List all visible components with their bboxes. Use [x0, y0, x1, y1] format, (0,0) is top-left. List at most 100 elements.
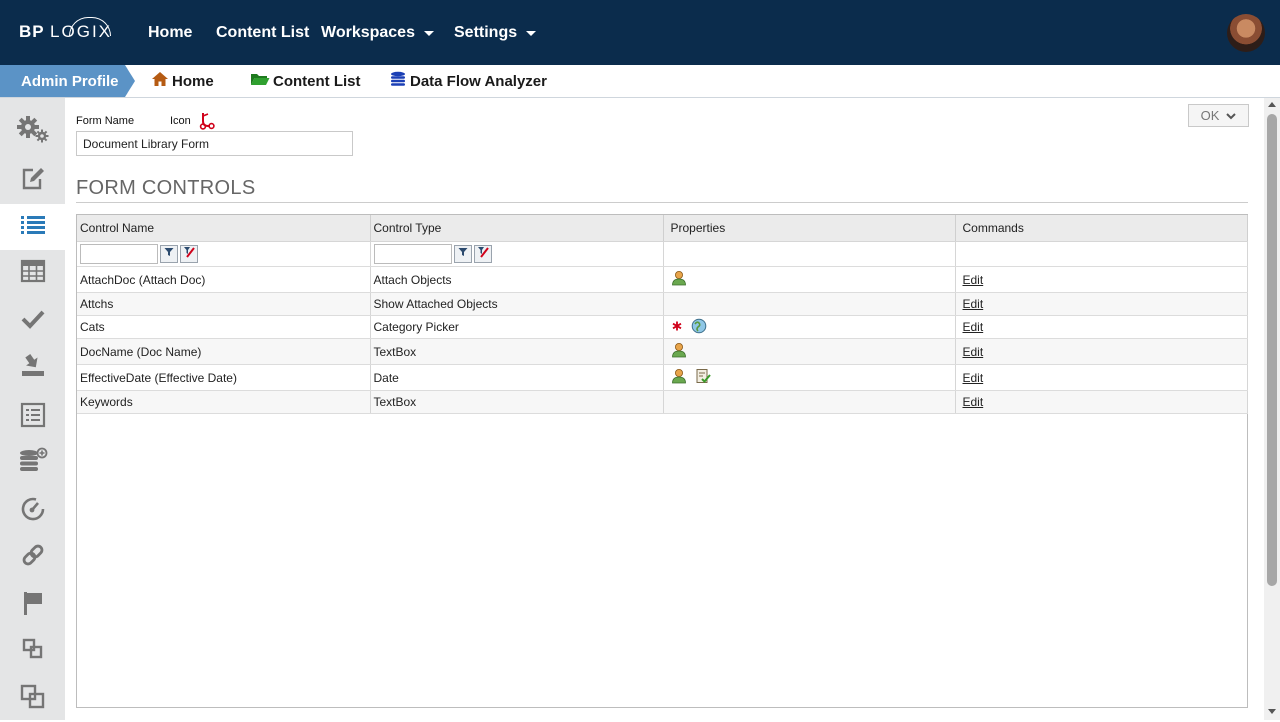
top-nav-bar: BP LOGIX Home Content List Workspaces Se… [0, 0, 1280, 65]
edit-link[interactable]: Edit [963, 273, 984, 287]
edit-link[interactable]: Edit [963, 297, 984, 311]
import-icon [20, 352, 46, 383]
scrollbar-thumb[interactable] [1267, 114, 1277, 586]
user-avatar[interactable] [1227, 14, 1265, 52]
column-header-commands[interactable]: Commands [955, 215, 1248, 242]
folder-icon [250, 71, 273, 91]
table-row: Attchs Show Attached Objects Edit [77, 292, 1248, 316]
home-icon [151, 71, 172, 91]
scroll-down-arrow-icon[interactable] [1268, 709, 1276, 714]
edit-link[interactable]: Edit [963, 320, 984, 334]
edit-link[interactable]: Edit [963, 395, 984, 409]
left-sidebar [0, 98, 65, 720]
filter-funnel-icon [164, 246, 174, 260]
properties-cell [663, 338, 956, 365]
user-icon[interactable] [671, 342, 687, 361]
column-header-properties[interactable]: Properties [663, 215, 956, 242]
filter-cell-properties [663, 241, 956, 267]
sidebar-item-window-restore[interactable] [0, 628, 65, 674]
nav-workspaces-label: Workspaces [321, 23, 415, 41]
sidebar-item-settings[interactable] [0, 108, 65, 154]
properties-cell [663, 266, 956, 293]
sidebar-item-dashboard[interactable] [0, 488, 65, 534]
filter-input-control-name[interactable] [80, 244, 158, 264]
sidebar-item-copy-windows[interactable] [0, 676, 65, 722]
window-restore-icon [21, 637, 45, 666]
control-type-cell: Show Attached Objects [370, 292, 664, 316]
filter-clear-button[interactable] [180, 245, 198, 263]
list-icon [20, 214, 46, 241]
column-header-control-name[interactable]: Control Name [77, 215, 371, 242]
nav-content-list-label: Content List [216, 23, 310, 41]
control-name-cell: Keywords [77, 390, 371, 414]
filter-clear-icon [477, 247, 489, 261]
chevron-down-icon [1226, 112, 1237, 120]
breadcrumb-home-label: Home [172, 72, 214, 90]
nav-settings-label: Settings [454, 23, 518, 41]
scroll-up-arrow-icon[interactable] [1268, 102, 1276, 107]
sidebar-item-table[interactable] [0, 250, 65, 296]
breadcrumb-admin-profile[interactable]: Admin Profile [0, 65, 125, 97]
nav-home[interactable]: Home [148, 0, 192, 65]
control-name-cell: Cats [77, 315, 371, 339]
form-controls-grid: Control Name Control Type Properties Com… [76, 214, 1248, 708]
control-type-cell: TextBox [370, 338, 664, 365]
table-header-row: Control Name Control Type Properties Com… [77, 215, 1248, 242]
table-row: DocName (Doc Name) TextBox Edit [77, 338, 1248, 365]
filter-clear-icon [183, 247, 195, 261]
filter-funnel-icon [458, 246, 468, 260]
commands-cell: Edit [955, 390, 1248, 414]
database-icon [389, 71, 410, 91]
column-header-control-type[interactable]: Control Type [370, 215, 664, 242]
filter-clear-button[interactable] [473, 245, 492, 263]
breadcrumb-content-list[interactable]: Content List [250, 65, 361, 97]
validation-icon[interactable] [695, 368, 711, 387]
chevron-down-icon [526, 31, 537, 36]
database-add-icon [18, 447, 48, 480]
sidebar-item-edit[interactable] [0, 158, 65, 204]
nav-settings[interactable]: Settings [454, 0, 537, 65]
edit-link[interactable]: Edit [963, 345, 984, 359]
filter-apply-button[interactable] [453, 245, 472, 263]
properties-cell [663, 315, 956, 339]
sidebar-item-import[interactable] [0, 344, 65, 390]
breadcrumb-arrow [125, 65, 135, 97]
ok-dropdown-button[interactable]: OK [1188, 104, 1249, 127]
icon-label: Icon [170, 115, 191, 127]
logo-arc [69, 17, 111, 36]
nav-content-list[interactable]: Content List [216, 0, 309, 65]
filter-apply-button[interactable] [160, 245, 178, 263]
vertical-scrollbar[interactable] [1264, 98, 1280, 720]
commands-cell: Edit [955, 315, 1248, 339]
sidebar-item-list[interactable] [0, 204, 65, 250]
table-row: Keywords TextBox Edit [77, 390, 1248, 414]
user-icon[interactable] [671, 270, 687, 289]
user-icon[interactable] [671, 368, 687, 387]
sidebar-item-check[interactable] [0, 298, 65, 344]
check-icon [21, 308, 45, 335]
breadcrumb-data-flow-analyzer[interactable]: Data Flow Analyzer [389, 65, 547, 97]
bp-logix-logo[interactable]: BP LOGIX [19, 17, 112, 42]
control-name-cell: DocName (Doc Name) [77, 338, 371, 365]
filter-input-control-type[interactable] [373, 244, 452, 264]
filter-row [77, 241, 1248, 267]
sidebar-item-database-add[interactable] [0, 440, 65, 486]
form-controls-table: Control Name Control Type Properties Com… [77, 215, 1248, 414]
sidebar-item-flag[interactable] [0, 582, 65, 628]
nav-workspaces[interactable]: Workspaces [321, 0, 434, 65]
ok-button-label: OK [1200, 108, 1220, 123]
sidebar-item-report[interactable] [0, 394, 65, 440]
section-divider [76, 202, 1248, 203]
dashboard-icon [20, 496, 46, 527]
control-type-cell: Attach Objects [370, 266, 664, 293]
link-icon [20, 542, 46, 573]
form-controls-heading: FORM CONTROLS [76, 177, 256, 199]
required-asterisk-icon[interactable] [671, 320, 683, 335]
edit-link[interactable]: Edit [963, 371, 984, 385]
sidebar-item-link[interactable] [0, 534, 65, 580]
form-name-field[interactable]: Document Library Form [76, 131, 353, 156]
breadcrumb-content-list-label: Content List [273, 72, 361, 90]
breadcrumb-home[interactable]: Home [151, 65, 214, 97]
filter-cell-control-type [370, 241, 664, 267]
globe-icon[interactable] [691, 318, 707, 337]
